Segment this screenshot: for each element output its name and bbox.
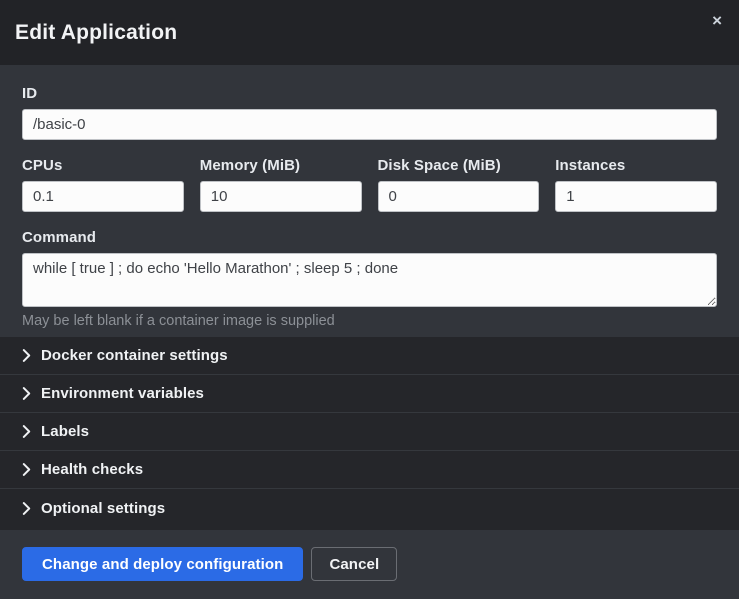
collapsible-sections: Docker container settings Environment va… bbox=[0, 337, 739, 530]
section-label: Labels bbox=[41, 423, 89, 440]
section-environment-variables[interactable]: Environment variables bbox=[0, 375, 739, 413]
command-field-group: Command while [ true ] ; do echo 'Hello … bbox=[22, 229, 717, 330]
memory-field-group: Memory (MiB) bbox=[200, 157, 362, 212]
cpus-field-group: CPUs bbox=[22, 157, 184, 212]
chevron-right-icon bbox=[22, 425, 31, 438]
command-help-text: May be left blank if a container image i… bbox=[22, 312, 717, 330]
command-label: Command bbox=[22, 229, 717, 247]
section-label: Optional settings bbox=[41, 500, 165, 517]
section-optional-settings[interactable]: Optional settings bbox=[0, 489, 739, 528]
disk-input[interactable] bbox=[378, 181, 540, 212]
disk-field-group: Disk Space (MiB) bbox=[378, 157, 540, 212]
id-field-group: ID bbox=[22, 85, 717, 140]
section-label: Health checks bbox=[41, 461, 143, 478]
id-input[interactable] bbox=[22, 109, 717, 140]
memory-input[interactable] bbox=[200, 181, 362, 212]
page-title: Edit Application bbox=[15, 21, 177, 45]
cpus-label: CPUs bbox=[22, 157, 184, 175]
id-label: ID bbox=[22, 85, 717, 103]
chevron-right-icon bbox=[22, 349, 31, 362]
memory-label: Memory (MiB) bbox=[200, 157, 362, 175]
disk-label: Disk Space (MiB) bbox=[378, 157, 540, 175]
edit-application-modal: Edit Application × ID CPUs Memory (MiB) … bbox=[0, 0, 739, 599]
instances-label: Instances bbox=[555, 157, 717, 175]
application-form: ID CPUs Memory (MiB) Disk Space (MiB) In… bbox=[0, 65, 739, 337]
close-icon[interactable]: × bbox=[708, 10, 726, 31]
instances-field-group: Instances bbox=[555, 157, 717, 212]
section-docker-container-settings[interactable]: Docker container settings bbox=[0, 337, 739, 375]
section-labels[interactable]: Labels bbox=[0, 413, 739, 451]
chevron-right-icon bbox=[22, 387, 31, 400]
change-and-deploy-button[interactable]: Change and deploy configuration bbox=[22, 547, 303, 581]
section-health-checks[interactable]: Health checks bbox=[0, 451, 739, 489]
cancel-button[interactable]: Cancel bbox=[311, 547, 397, 581]
modal-footer: Change and deploy configuration Cancel bbox=[0, 530, 739, 599]
section-label: Docker container settings bbox=[41, 347, 228, 364]
modal-header: Edit Application × bbox=[0, 0, 739, 65]
section-label: Environment variables bbox=[41, 385, 204, 402]
chevron-right-icon bbox=[22, 502, 31, 515]
resources-row: CPUs Memory (MiB) Disk Space (MiB) Insta… bbox=[22, 157, 717, 212]
chevron-right-icon bbox=[22, 463, 31, 476]
instances-input[interactable] bbox=[555, 181, 717, 212]
command-textarea[interactable]: while [ true ] ; do echo 'Hello Marathon… bbox=[22, 253, 717, 307]
cpus-input[interactable] bbox=[22, 181, 184, 212]
